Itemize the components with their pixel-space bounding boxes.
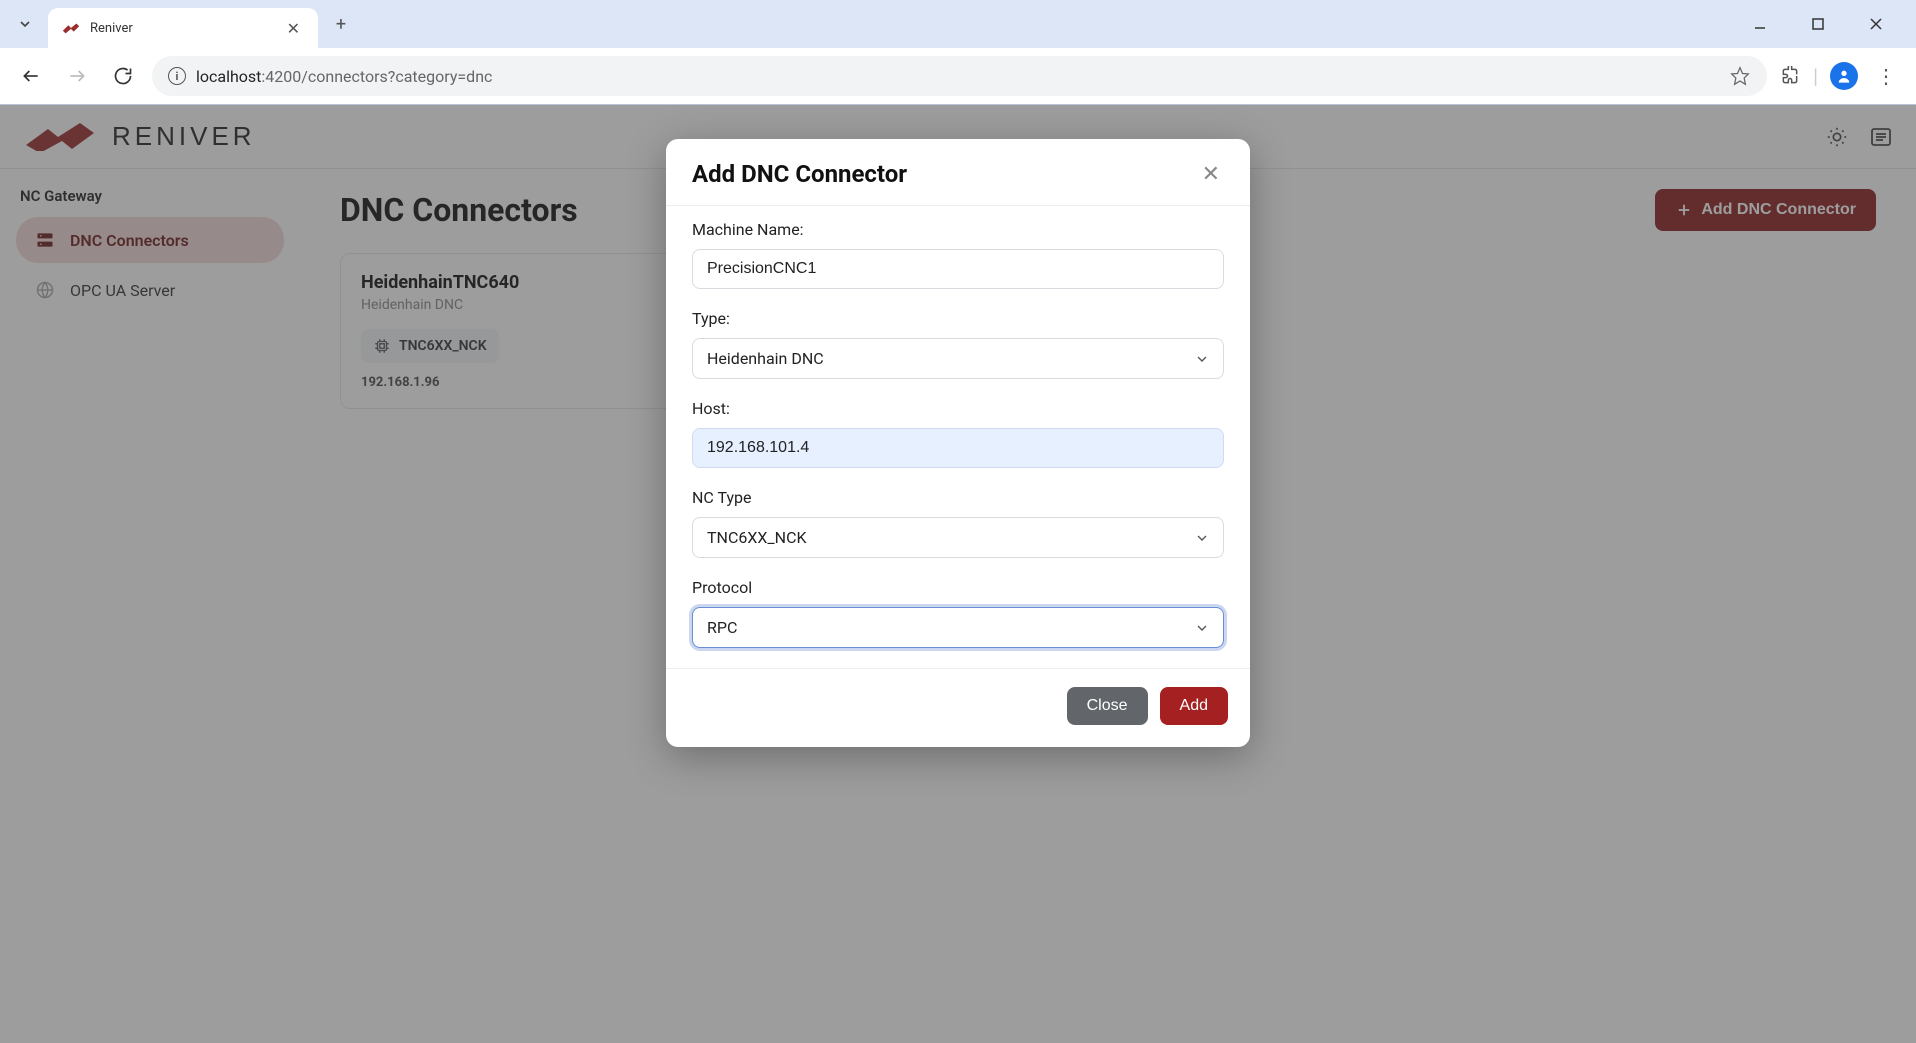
protocol-select[interactable]: RPC [692,607,1224,648]
nav-forward-button[interactable] [60,59,94,93]
extensions-icon[interactable] [1779,65,1801,87]
app-root: RENIVER NC Gateway DNC Connectors OPC UA… [0,105,1916,1043]
site-info-icon[interactable]: i [168,67,186,85]
profile-avatar-icon[interactable] [1830,62,1858,90]
nc-type-label: NC Type [692,488,1224,507]
tab-favicon-icon [62,21,80,35]
modal-add-button[interactable]: Add [1160,687,1228,725]
modal-title: Add DNC Connector [692,160,907,188]
host-label: Host: [692,399,1224,418]
type-select[interactable]: Heidenhain DNC [692,338,1224,379]
address-text: localhost:4200/connectors?category=dnc [196,67,1719,86]
tab-close-icon[interactable]: ✕ [283,17,304,40]
machine-name-input[interactable] [692,249,1224,289]
browser-tab[interactable]: Reniver ✕ [48,8,318,48]
protocol-label: Protocol [692,578,1224,597]
modal-close-button[interactable]: Close [1067,687,1148,725]
window-maximize-button[interactable] [1798,9,1838,39]
modal-close-icon[interactable]: ✕ [1198,157,1224,191]
window-minimize-button[interactable] [1740,9,1780,39]
browser-chrome: Reniver ✕ + i localhost:4200/connectors?… [0,0,1916,105]
browser-tabs-bar: Reniver ✕ + [0,0,1916,48]
nc-type-select[interactable]: TNC6XX_NCK [692,517,1224,558]
tabs-dropdown-button[interactable] [8,7,42,41]
browser-toolbar: i localhost:4200/connectors?category=dnc… [0,48,1916,104]
window-close-button[interactable] [1856,9,1896,39]
toolbar-divider: | [1813,64,1818,88]
address-bar[interactable]: i localhost:4200/connectors?category=dnc [152,56,1767,96]
modal-overlay[interactable]: Add DNC Connector ✕ Machine Name: Type: … [0,105,1916,1043]
modal-body: Machine Name: Type: Heidenhain DNC Host:… [666,205,1250,669]
machine-name-label: Machine Name: [692,220,1224,239]
new-tab-button[interactable]: + [326,9,356,39]
tab-title: Reniver [90,21,273,36]
host-input[interactable] [692,428,1224,468]
window-controls [1740,9,1908,39]
bookmark-star-icon[interactable] [1729,65,1751,87]
type-label: Type: [692,309,1224,328]
nav-back-button[interactable] [14,59,48,93]
browser-menu-button[interactable]: ⋮ [1870,64,1902,88]
nav-reload-button[interactable] [106,59,140,93]
add-connector-modal: Add DNC Connector ✕ Machine Name: Type: … [666,139,1250,747]
